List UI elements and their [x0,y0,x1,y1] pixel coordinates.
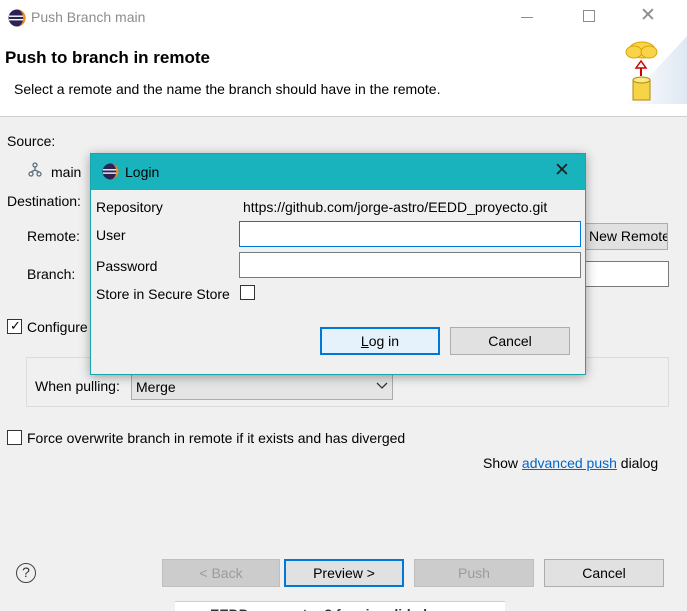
login-close-icon[interactable]: ✕ [554,161,570,181]
eclipse-logo-icon [8,9,26,27]
source-label: Source: [7,133,56,149]
configure-checkbox[interactable]: ✓ [7,318,22,334]
when-pulling-label: When pulling: [35,378,120,394]
secure-store-checkbox[interactable] [240,285,255,300]
log-in-mnemonic: L [360,333,369,349]
repository-url: https://github.com/jorge-astro/EEDD_proy… [243,199,548,215]
branch-icon [28,162,42,177]
branch-label: Branch: [27,266,76,282]
new-remote-button[interactable]: New Remote... [578,223,668,250]
password-label: Password [96,258,158,274]
source-branch-name: main [51,164,82,180]
checkmark-icon: ✓ [10,318,21,333]
log-in-label: og in [368,333,400,349]
user-label: User [96,227,126,243]
push-button[interactable]: Push [414,559,534,587]
destination-label: Destination: [7,193,81,209]
login-title: Login [125,164,160,180]
window-close-icon[interactable]: ✕ [640,6,656,26]
show-prefix: Show [483,455,522,471]
login-dialog: Login ✕ Repository https://github.com/jo… [90,153,586,375]
login-titlebar [91,154,585,190]
show-suffix: dialog [616,455,659,471]
remote-label: Remote: [27,228,80,244]
window-title: Push Branch main [31,9,146,25]
user-input[interactable] [239,221,581,247]
page-description: Select a remote and the name the branch … [14,81,441,97]
push-to-cloud-icon [624,36,687,104]
secure-store-label: Store in Secure Store [96,286,230,302]
preview-button[interactable]: Preview > [284,559,404,587]
minimize-icon[interactable] [521,17,533,18]
branch-input[interactable] [578,261,669,287]
configure-label: Configure [27,319,88,335]
background-window-text: EEDD_proyecto: 3 funcionalidad [210,600,427,611]
log-in-button[interactable]: Log in [320,327,440,355]
page-title: Push to branch in remote [5,48,210,67]
eclipse-logo-icon [102,163,119,180]
login-cancel-button[interactable]: Cancel [450,327,570,355]
force-overwrite-label: Force overwrite branch in remote if it e… [27,430,406,446]
when-pulling-select[interactable]: Merge [131,374,393,400]
password-input[interactable] [239,252,581,278]
advanced-push-link[interactable]: advanced push [522,455,617,471]
cancel-button[interactable]: Cancel [544,559,664,587]
maximize-icon[interactable] [583,10,595,22]
force-overwrite-checkbox[interactable] [7,430,22,445]
chevron-down-icon [376,382,388,389]
back-button[interactable]: < Back [162,559,280,587]
advanced-push-hint: Show advanced push dialog [483,455,658,471]
help-icon[interactable]: ? [16,563,36,583]
repository-label: Repository [96,199,163,215]
